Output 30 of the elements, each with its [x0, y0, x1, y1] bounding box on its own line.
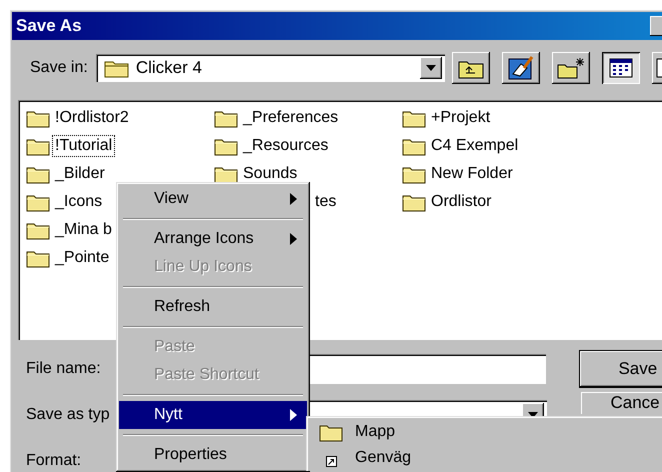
menu-item[interactable]: Arrange Icons	[119, 225, 307, 253]
menu-item[interactable]: View	[119, 185, 307, 213]
folder-item[interactable]: Sounds	[241, 164, 300, 184]
folder-item[interactable]: New Folder	[429, 164, 515, 184]
save-in-dropdown[interactable]: Clicker 4	[96, 54, 445, 82]
window-title: Save As	[16, 16, 83, 36]
field-label: Save as typ	[26, 406, 110, 423]
folder-item[interactable]: tes	[313, 192, 338, 212]
menu-item[interactable]: Genväg	[309, 445, 662, 471]
folder-item[interactable]: C4 Exempel	[429, 136, 520, 156]
folder-item[interactable]: !Ordlistor2	[53, 108, 131, 128]
folder-item[interactable]: _Mina b	[53, 220, 114, 240]
folder-item[interactable]: _Resources	[241, 136, 330, 156]
menu-item[interactable]: Properties	[119, 441, 307, 469]
folder-item[interactable]: Ordlistor	[429, 192, 494, 212]
folder-item[interactable]: _Pointe	[53, 248, 112, 268]
menu-item[interactable]: Refresh	[119, 293, 307, 321]
dialog-button[interactable]: Save	[580, 351, 662, 387]
folder-item[interactable]: !Tutorial	[53, 136, 114, 156]
dialog-button[interactable]: Cance	[580, 392, 662, 414]
field-label: Format:	[26, 452, 82, 469]
folder-item[interactable]: +Projekt	[429, 108, 492, 128]
folder-item[interactable]: _Icons	[53, 192, 104, 212]
save-in-value: Clicker 4	[136, 58, 203, 78]
menu-item[interactable]: Mapp	[309, 419, 662, 445]
folder-item[interactable]: _Preferences	[241, 108, 340, 128]
save-in-label: Save in:	[30, 59, 88, 77]
menu-item[interactable]: Nytt	[119, 401, 307, 429]
folder-item[interactable]: _Bilder	[53, 164, 107, 184]
field-label: File name:	[26, 360, 101, 377]
